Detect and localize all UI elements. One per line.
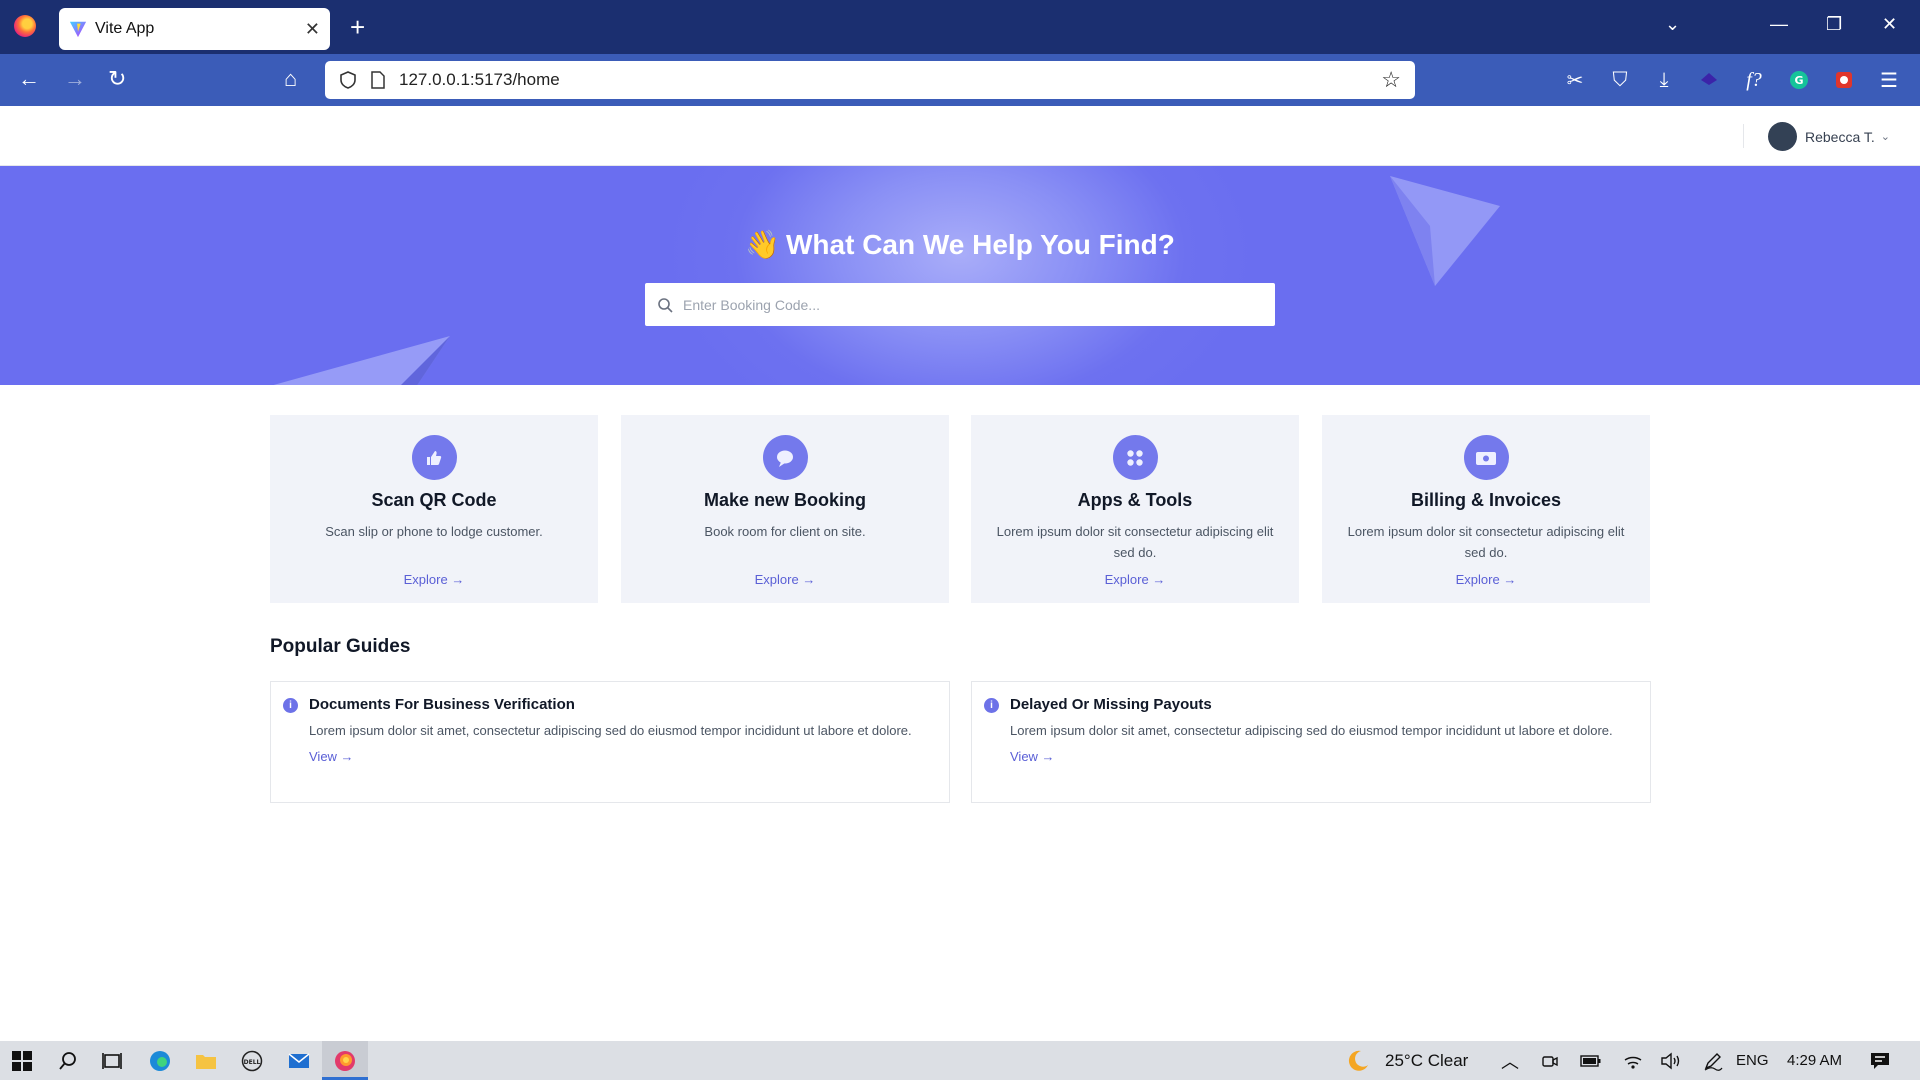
card-description: Book room for client on site. xyxy=(704,524,866,539)
windows-start-icon[interactable] xyxy=(10,1049,34,1073)
chevron-down-icon[interactable]: ⌄ xyxy=(1881,130,1890,143)
view-link[interactable]: View → xyxy=(1010,749,1055,764)
card-title: Billing & Invoices xyxy=(1410,490,1562,510)
vite-favicon-icon xyxy=(69,21,87,38)
card-title: Make new Booking xyxy=(703,490,867,510)
card-title: Scan QR Code xyxy=(371,490,497,510)
explore-link[interactable]: Explore → xyxy=(1105,572,1166,587)
extension-red-icon[interactable] xyxy=(1831,67,1857,93)
page-header: Rebecca T. ⌄ xyxy=(0,106,1920,166)
reload-button[interactable]: ↻ xyxy=(108,66,126,92)
paper-plane-decoration-icon xyxy=(273,336,450,385)
notifications-icon[interactable] xyxy=(1868,1049,1892,1073)
svg-text:DELL: DELL xyxy=(244,1059,261,1066)
waving-hand-icon: 👋 xyxy=(745,229,780,260)
avatar[interactable] xyxy=(1768,122,1797,151)
view-link[interactable]: View → xyxy=(309,749,354,764)
header-divider xyxy=(1743,124,1744,148)
search-icon[interactable] xyxy=(56,1049,80,1073)
card-description: Lorem ipsum dolor sit consectetur adipis… xyxy=(996,524,1274,560)
guide-description: Lorem ipsum dolor sit amet, consectetur … xyxy=(309,723,912,738)
firefox-logo-icon[interactable] xyxy=(14,15,36,37)
restore-button[interactable]: ❐ xyxy=(1826,14,1842,35)
forward-button[interactable]: → xyxy=(64,66,86,92)
user-name[interactable]: Rebecca T. xyxy=(1805,129,1875,145)
volume-icon[interactable] xyxy=(1660,1049,1682,1073)
guide-title[interactable]: Delayed Or Missing Payouts xyxy=(1010,696,1634,713)
popular-guides-heading: Popular Guides xyxy=(270,636,411,657)
camera-icon[interactable] xyxy=(1540,1049,1560,1073)
extension-diamond-icon[interactable] xyxy=(1696,67,1722,93)
task-view-icon[interactable] xyxy=(100,1049,124,1073)
screenshot-tool-icon[interactable]: ✂ xyxy=(1562,67,1588,93)
minimize-button[interactable]: — xyxy=(1770,14,1788,35)
clock[interactable]: 4:29 AM xyxy=(1787,1052,1842,1069)
file-explorer-icon[interactable] xyxy=(194,1049,218,1073)
font-finder-icon[interactable]: f? xyxy=(1741,67,1767,93)
language-indicator[interactable]: ENG xyxy=(1736,1052,1769,1069)
tab-title: Vite App xyxy=(95,20,155,37)
svg-text:G: G xyxy=(1794,74,1803,87)
grammarly-icon[interactable]: G xyxy=(1786,67,1812,93)
address-bar[interactable]: 127.0.0.1:5173/home ☆ xyxy=(325,61,1415,99)
mail-icon[interactable] xyxy=(287,1049,311,1073)
browser-tab-bar: Vite App ✕ + ⌄ — ❐ ✕ xyxy=(0,0,1920,54)
new-tab-button[interactable]: + xyxy=(350,12,365,42)
user-menu[interactable]: Rebecca T. ⌄ xyxy=(1768,122,1890,151)
pocket-icon[interactable]: ⛉ xyxy=(1607,67,1633,93)
shield-icon[interactable] xyxy=(339,71,357,89)
edge-browser-icon[interactable] xyxy=(148,1049,172,1073)
apps-icon xyxy=(1112,435,1158,480)
explore-link[interactable]: Explore → xyxy=(755,572,816,587)
windows-taskbar: DELL 25°C Clear ︿ ENG 4:29 AM xyxy=(0,1041,1920,1080)
booking-code-input[interactable] xyxy=(683,296,1263,313)
info-icon: i xyxy=(984,698,999,713)
explore-link[interactable]: Explore → xyxy=(404,572,465,587)
invoice-icon xyxy=(1463,435,1509,480)
search-icon xyxy=(658,297,673,313)
wifi-icon[interactable] xyxy=(1622,1049,1644,1073)
close-window-button[interactable]: ✕ xyxy=(1882,14,1897,35)
thumbs-up-icon xyxy=(411,435,457,480)
pen-ink-icon[interactable] xyxy=(1702,1049,1724,1073)
home-button[interactable]: ⌂ xyxy=(284,66,297,92)
chat-bubble-icon xyxy=(762,435,808,480)
weather-moon-icon[interactable] xyxy=(1344,1049,1372,1073)
guide-description: Lorem ipsum dolor sit amet, consectetur … xyxy=(1010,723,1613,738)
list-all-tabs-icon[interactable]: ⌄ xyxy=(1665,14,1680,35)
browser-nav-bar: ← → ↻ ⌂ 127.0.0.1:5173/home ☆ ✂ ⛉ ⤓ f? G… xyxy=(0,54,1920,106)
card-description: Scan slip or phone to lodge customer. xyxy=(325,524,543,539)
hero-title-text: What Can We Help You Find? xyxy=(785,229,1175,260)
card-billing-invoices[interactable]: Billing & Invoices Lorem ipsum dolor sit… xyxy=(1322,415,1650,603)
browser-tab[interactable]: Vite App ✕ xyxy=(59,8,330,50)
card-description: Lorem ipsum dolor sit consectetur adipis… xyxy=(1347,524,1625,560)
back-button[interactable]: ← xyxy=(18,66,40,92)
card-apps-tools[interactable]: Apps & Tools Lorem ipsum dolor sit conse… xyxy=(971,415,1299,603)
menu-hamburger-icon[interactable]: ☰ xyxy=(1876,67,1902,93)
show-hidden-icons-chevron-icon[interactable]: ︿ xyxy=(1500,1049,1520,1073)
weather-text[interactable]: 25°C Clear xyxy=(1385,1051,1468,1071)
feature-cards: Scan QR Code Scan slip or phone to lodge… xyxy=(270,415,1650,603)
explore-link[interactable]: Explore → xyxy=(1456,572,1517,587)
guide-title[interactable]: Documents For Business Verification xyxy=(309,696,933,713)
page-icon[interactable] xyxy=(371,71,385,89)
battery-icon[interactable] xyxy=(1580,1049,1602,1073)
card-title: Apps & Tools xyxy=(1077,490,1193,510)
info-icon: i xyxy=(283,698,298,713)
card-new-booking[interactable]: Make new Booking Book room for client on… xyxy=(621,415,949,603)
hero-banner: 👋 What Can We Help You Find? xyxy=(0,166,1920,385)
tab-close-icon[interactable]: ✕ xyxy=(305,19,320,40)
downloads-icon[interactable]: ⤓ xyxy=(1651,67,1677,93)
firefox-taskbar-icon[interactable] xyxy=(333,1049,357,1073)
guide-card-delayed-payouts[interactable]: i Delayed Or Missing Payouts Lorem ipsum… xyxy=(971,681,1651,803)
dell-icon[interactable]: DELL xyxy=(240,1049,264,1073)
bookmark-star-icon[interactable]: ☆ xyxy=(1381,67,1401,93)
hero-title: 👋 What Can We Help You Find? xyxy=(0,228,1920,261)
url-text[interactable]: 127.0.0.1:5173/home xyxy=(399,70,1381,90)
card-scan-qr[interactable]: Scan QR Code Scan slip or phone to lodge… xyxy=(270,415,598,603)
booking-search-box[interactable] xyxy=(645,283,1275,326)
guide-card-business-verification[interactable]: i Documents For Business Verification Lo… xyxy=(270,681,950,803)
